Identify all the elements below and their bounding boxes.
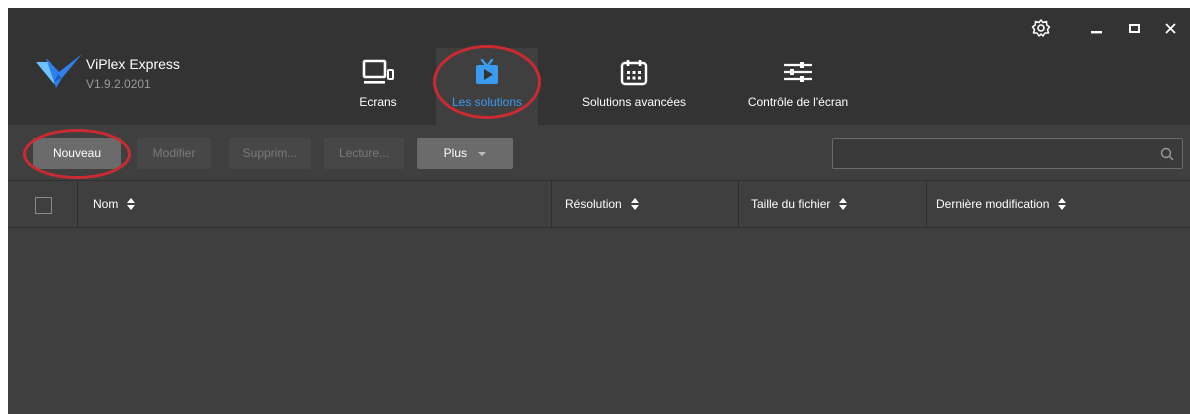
app-name: ViPlex Express xyxy=(86,56,180,72)
app-window: ViPlex Express V1.9.2.0201 Ecrans Les so… xyxy=(8,8,1190,414)
viplex-logo-icon xyxy=(36,54,82,88)
column-divider xyxy=(738,181,739,229)
column-divider xyxy=(926,181,927,229)
play-tv-icon xyxy=(476,58,498,84)
tab-label: Contrôle de l'écran xyxy=(747,95,849,109)
table-body xyxy=(8,228,1190,414)
delete-button[interactable]: Supprim... xyxy=(229,138,311,169)
sort-icon xyxy=(839,198,848,210)
tab-les-solutions[interactable]: Les solutions xyxy=(436,48,538,125)
close-icon[interactable] xyxy=(1158,16,1184,40)
table-header: Nom Résolution Taille du fichier Dernièr… xyxy=(8,180,1190,229)
search-box[interactable] xyxy=(832,138,1183,169)
column-header-name[interactable]: Nom xyxy=(93,197,136,211)
more-dropdown-button[interactable]: Plus xyxy=(417,138,513,169)
tab-controle-ecran[interactable]: Contrôle de l'écran xyxy=(730,48,866,125)
search-icon[interactable] xyxy=(1160,147,1174,161)
tab-solutions-avancees[interactable]: Solutions avancées xyxy=(564,48,704,125)
toolbar: Nouveau Modifier Supprim... Lecture... P… xyxy=(8,125,1190,180)
play-button[interactable]: Lecture... xyxy=(324,138,404,169)
new-button[interactable]: Nouveau xyxy=(33,138,121,169)
top-header: ViPlex Express V1.9.2.0201 Ecrans Les so… xyxy=(8,8,1190,125)
column-divider xyxy=(77,181,78,229)
tab-label: Solutions avancées xyxy=(581,95,687,109)
sliders-icon xyxy=(784,62,812,82)
tab-ecrans[interactable]: Ecrans xyxy=(338,48,418,125)
column-header-resolution[interactable]: Résolution xyxy=(565,197,640,211)
column-label: Résolution xyxy=(565,197,622,211)
column-divider xyxy=(551,181,552,229)
column-header-filesize[interactable]: Taille du fichier xyxy=(751,197,848,211)
select-all-checkbox[interactable] xyxy=(35,197,52,214)
sort-icon xyxy=(630,198,639,210)
tab-label: Ecrans xyxy=(359,95,397,109)
edit-button[interactable]: Modifier xyxy=(137,138,211,169)
search-input[interactable] xyxy=(839,143,1139,164)
screen-icon xyxy=(362,59,394,84)
settings-icon[interactable] xyxy=(1028,16,1054,40)
column-label: Dernière modification xyxy=(936,197,1050,211)
column-label: Taille du fichier xyxy=(751,197,831,211)
column-header-modified[interactable]: Dernière modification xyxy=(936,197,1067,211)
chevron-down-icon xyxy=(478,151,487,156)
sort-icon xyxy=(127,198,136,210)
maximize-icon[interactable] xyxy=(1122,16,1148,40)
calendar-icon xyxy=(620,60,648,86)
sort-icon xyxy=(1058,198,1067,210)
more-label: Plus xyxy=(443,146,467,160)
minimize-icon[interactable] xyxy=(1084,16,1110,40)
tab-label: Les solutions xyxy=(451,95,523,109)
app-version: V1.9.2.0201 xyxy=(86,77,151,91)
column-label: Nom xyxy=(93,197,119,211)
